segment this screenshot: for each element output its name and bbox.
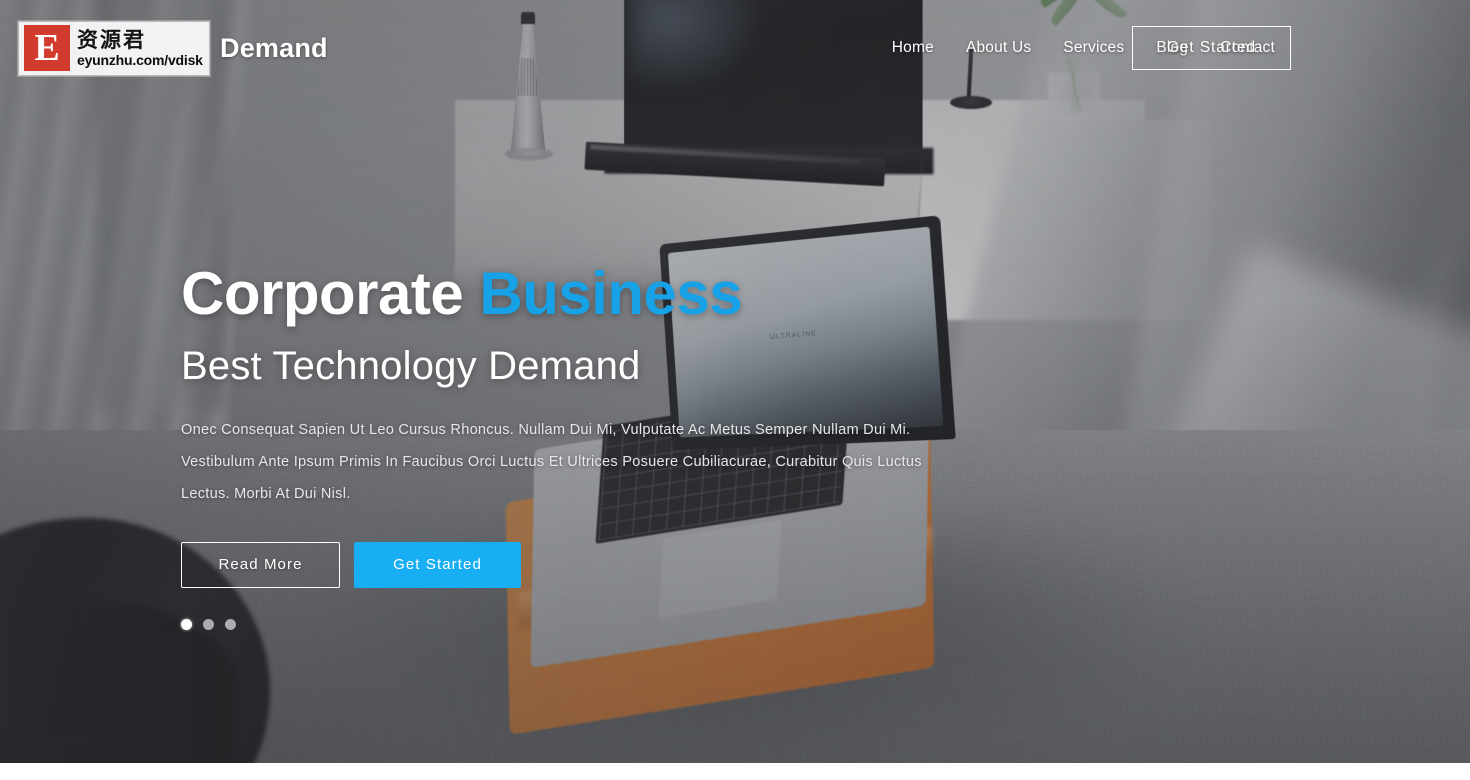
site-header: E 资源君 eyunzhu.com/vdisk Demand Home Abou… [0, 0, 1470, 96]
hero-subtitle: Best Technology Demand [181, 344, 961, 388]
page-stage: ULTRALINE E 资源君 eyunzhu.com/vdisk Demand… [0, 0, 1470, 780]
logo-e-letter: E [34, 29, 59, 67]
hero-title-accent: Business [479, 260, 742, 327]
hero-title: Corporate Business [181, 262, 961, 326]
carousel-dot-2[interactable] [203, 619, 214, 630]
nav-item-services[interactable]: Services [1047, 39, 1140, 57]
logo-url-text: eyunzhu.com/vdisk [77, 53, 203, 67]
carousel-dot-3[interactable] [225, 619, 236, 630]
nav-item-home[interactable]: Home [876, 39, 950, 57]
logo-text-block: 资源君 eyunzhu.com/vdisk [77, 29, 203, 66]
hero-title-main: Corporate [181, 260, 479, 327]
carousel-dot-1[interactable] [181, 619, 192, 630]
logo-e-mark: E [24, 25, 70, 71]
page-bottom-strip [0, 763, 1470, 780]
read-more-button[interactable]: Read More [181, 542, 340, 588]
hero-content: Corporate Business Best Technology Deman… [181, 262, 961, 630]
nav-item-about-us[interactable]: About Us [950, 39, 1047, 57]
logo-chinese-text: 资源君 [77, 29, 203, 51]
hero-get-started-button[interactable]: Get Started [354, 542, 521, 588]
header-get-started-button[interactable]: Get Started [1132, 26, 1291, 70]
brand-area[interactable]: E 资源君 eyunzhu.com/vdisk Demand [18, 21, 328, 76]
hero-paragraph: Onec Consequat Sapien Ut Leo Cursus Rhon… [181, 414, 941, 510]
carousel-dots [181, 619, 961, 630]
hero-button-row: Read More Get Started [181, 542, 961, 588]
eyunzhu-watermark-logo: E 资源君 eyunzhu.com/vdisk [18, 21, 210, 76]
site-brand-name: Demand [220, 33, 328, 64]
